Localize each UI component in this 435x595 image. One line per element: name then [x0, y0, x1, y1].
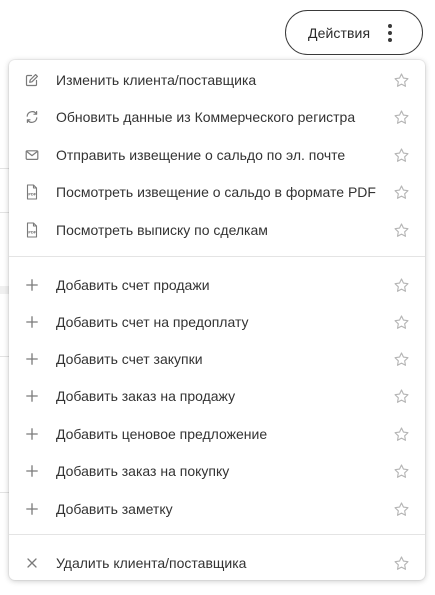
menu-item[interactable]: Добавить счет продажи [9, 267, 425, 303]
menu-item[interactable]: Добавить заметку [9, 491, 425, 527]
actions-button[interactable]: Действия [285, 10, 423, 55]
menu-item-label: Добавить счет продажи [56, 277, 210, 293]
kebab-icon [388, 24, 392, 42]
menu-item[interactable]: Удалить клиента/поставщика [9, 545, 425, 581]
favorite-star-icon[interactable] [393, 184, 410, 201]
favorite-star-icon[interactable] [393, 501, 410, 518]
edit-icon [24, 72, 40, 88]
menu-item[interactable]: Обновить данные из Коммерческого регистр… [9, 99, 425, 135]
menu-divider [9, 256, 425, 257]
plus-icon [24, 501, 40, 517]
plus-icon [24, 277, 40, 293]
pdf-icon: PDF [24, 222, 40, 238]
favorite-star-icon[interactable] [393, 388, 410, 405]
page: Действия Изменить клиента/поставщика Обно… [0, 0, 435, 595]
menu-item-label: Отправить извещение о сальдо по эл. почт… [56, 147, 346, 163]
menu-item-label: Добавить заказ на покупку [56, 463, 230, 479]
menu-item-label: Добавить заметку [56, 501, 173, 517]
menu-item[interactable]: PDF Посмотреть выписку по сделкам [9, 212, 425, 248]
svg-text:PDF: PDF [28, 193, 37, 197]
menu-item-label: Посмотреть выписку по сделкам [56, 222, 268, 238]
favorite-star-icon[interactable] [393, 222, 410, 239]
menu-item[interactable]: PDF Посмотреть извещение о сальдо в форма… [9, 174, 425, 210]
menu-item-label: Добавить счет закупки [56, 351, 203, 367]
menu-item-label: Удалить клиента/поставщика [56, 555, 247, 571]
svg-text:PDF: PDF [28, 231, 37, 235]
menu-item[interactable]: Отправить извещение о сальдо по эл. почт… [9, 137, 425, 173]
favorite-star-icon[interactable] [393, 147, 410, 164]
menu-item[interactable]: Добавить заказ на покупку [9, 453, 425, 489]
favorite-star-icon[interactable] [393, 72, 410, 89]
plus-icon [24, 388, 40, 404]
favorite-star-icon[interactable] [393, 463, 410, 480]
refresh-icon [24, 109, 40, 125]
pdf-icon: PDF [24, 184, 40, 200]
menu-item-label: Добавить ценовое предложение [56, 426, 268, 442]
menu-item-label: Добавить счет на предоплату [56, 314, 249, 330]
menu-item[interactable]: Добавить ценовое предложение [9, 416, 425, 452]
plus-icon [24, 351, 40, 367]
actions-menu: Изменить клиента/поставщика Обновить данн… [9, 60, 425, 580]
close-icon [24, 555, 40, 571]
plus-icon [24, 426, 40, 442]
mail-icon [24, 147, 40, 163]
menu-item-label: Посмотреть извещение о сальдо в формате … [56, 184, 376, 200]
menu-item[interactable]: Добавить счет на предоплату [9, 304, 425, 340]
favorite-star-icon[interactable] [393, 351, 410, 368]
favorite-star-icon[interactable] [393, 314, 410, 331]
plus-icon [24, 314, 40, 330]
favorite-star-icon[interactable] [393, 555, 410, 572]
actions-button-label: Действия [308, 24, 371, 41]
favorite-star-icon[interactable] [393, 426, 410, 443]
menu-item[interactable]: Изменить клиента/поставщика [9, 62, 425, 98]
favorite-star-icon[interactable] [393, 109, 410, 126]
menu-item[interactable]: Добавить счет закупки [9, 341, 425, 377]
menu-item-label: Изменить клиента/поставщика [56, 72, 257, 88]
menu-divider [9, 534, 425, 535]
menu-item-label: Обновить данные из Коммерческого регистр… [56, 109, 356, 125]
menu-item-label: Добавить заказ на продажу [56, 388, 236, 404]
plus-icon [24, 463, 40, 479]
favorite-star-icon[interactable] [393, 277, 410, 294]
menu-item[interactable]: Добавить заказ на продажу [9, 378, 425, 414]
